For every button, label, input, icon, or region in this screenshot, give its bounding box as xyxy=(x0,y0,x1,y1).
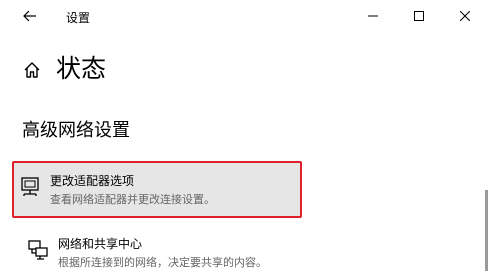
card-title: 网络和共享中心 xyxy=(58,237,143,251)
change-adapter-options-link[interactable]: 更改适配器选项 查看网络适配器并更改连接设置。 xyxy=(14,163,300,216)
network-sharing-center-link[interactable]: 网络和共享中心 根据所连接到的网络，决定要共享的内容。 xyxy=(22,226,482,271)
home-button[interactable] xyxy=(22,60,42,80)
back-button[interactable] xyxy=(18,6,42,26)
card-description: 根据所连接到的网络，决定要共享的内容。 xyxy=(58,256,267,269)
close-icon xyxy=(460,11,470,21)
back-arrow-icon xyxy=(23,10,36,22)
card-title: 更改适配器选项 xyxy=(50,174,135,188)
minimize-button[interactable] xyxy=(350,0,396,32)
network-adapter-icon xyxy=(18,175,42,199)
minimize-icon xyxy=(368,15,378,17)
window-title: 设置 xyxy=(66,11,91,25)
section-title: 高级网络设置 xyxy=(22,120,130,141)
network-sharing-center-icon xyxy=(26,238,50,262)
title-bar: 设置 xyxy=(0,0,490,32)
scrollbar[interactable] xyxy=(485,190,488,271)
maximize-button[interactable] xyxy=(396,0,442,32)
close-button[interactable] xyxy=(442,0,488,32)
page-title: 状态 xyxy=(56,54,107,83)
home-icon xyxy=(24,62,40,78)
maximize-icon xyxy=(414,11,424,21)
card-description: 查看网络适配器并更改连接设置。 xyxy=(50,193,215,206)
